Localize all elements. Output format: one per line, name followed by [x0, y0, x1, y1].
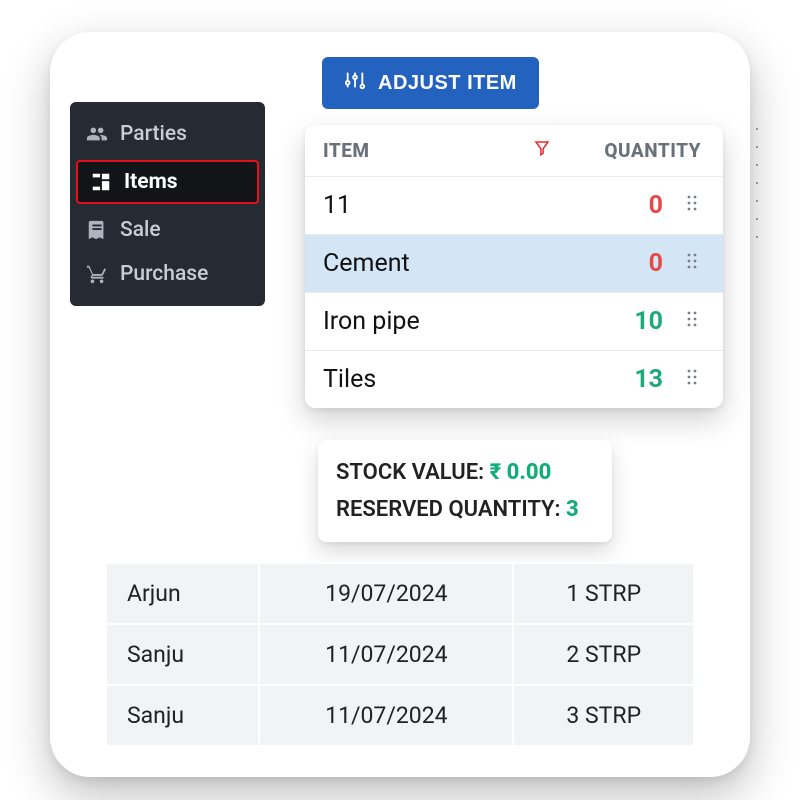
stock-value-line: STOCK VALUE: ₹ 0.00 — [334, 454, 596, 491]
adjust-item-label: ADJUST ITEM — [378, 72, 517, 95]
ledger-table: Arjun 19/07/2024 1 STRP Sanju 11/07/2024… — [105, 562, 695, 747]
sidebar-item-label: Purchase — [120, 262, 208, 286]
sidebar-item-purchase[interactable]: Purchase — [70, 252, 265, 296]
items-row[interactable]: 11 0 — [305, 176, 723, 234]
items-row[interactable]: Cement 0 — [305, 234, 723, 292]
reserved-label: RESERVED QUANTITY: — [336, 497, 566, 522]
adjust-item-button[interactable]: ADJUST ITEM — [322, 57, 539, 109]
ledger-date: 19/07/2024 — [259, 563, 513, 624]
ledger-name: Sanju — [106, 685, 259, 746]
sidebar-item-items[interactable]: Items — [76, 160, 259, 204]
column-item[interactable]: ITEM — [323, 139, 533, 162]
sidebar-item-parties[interactable]: Parties — [70, 112, 265, 156]
sidebar-item-label: Sale — [120, 218, 161, 242]
stock-value-label: STOCK VALUE: — [336, 460, 490, 485]
receipt-icon — [86, 219, 108, 241]
table-row[interactable]: Sanju 11/07/2024 3 STRP — [106, 685, 694, 746]
ledger-amount: 3 STRP — [513, 685, 694, 746]
ledger-name: Sanju — [106, 624, 259, 685]
row-menu-icon[interactable] — [679, 195, 705, 216]
item-qty: 0 — [573, 191, 663, 220]
items-table-header: ITEM QUANTITY — [305, 125, 723, 176]
item-qty: 0 — [573, 249, 663, 278]
table-row[interactable]: Sanju 11/07/2024 2 STRP — [106, 624, 694, 685]
items-row[interactable]: Iron pipe 10 — [305, 292, 723, 350]
row-menu-icon[interactable] — [679, 311, 705, 332]
ledger-name: Arjun — [106, 563, 259, 624]
filter-icon[interactable] — [533, 139, 551, 162]
item-qty: 10 — [573, 307, 663, 336]
table-row[interactable]: Arjun 19/07/2024 1 STRP — [106, 563, 694, 624]
sidebar-item-sale[interactable]: Sale — [70, 208, 265, 252]
sidebar: Parties Items Sale Purchase — [70, 102, 265, 306]
cart-icon — [86, 263, 108, 285]
item-name: Iron pipe — [323, 307, 573, 336]
ledger-date: 11/07/2024 — [259, 624, 513, 685]
sliders-icon — [344, 69, 366, 97]
ledger-amount: 2 STRP — [513, 624, 694, 685]
item-qty: 13 — [573, 365, 663, 394]
reserved-value: 3 — [566, 497, 579, 522]
items-table: ITEM QUANTITY 11 0 Cement 0 — [305, 125, 723, 408]
people-icon — [86, 123, 108, 145]
reserved-line: RESERVED QUANTITY: 3 — [334, 491, 596, 528]
stock-info-box: STOCK VALUE: ₹ 0.00 RESERVED QUANTITY: 3 — [318, 440, 612, 542]
row-menu-icon[interactable] — [679, 369, 705, 390]
item-name: 11 — [323, 191, 573, 220]
item-name: Cement — [323, 249, 573, 278]
box-icon — [90, 171, 112, 193]
sidebar-item-label: Parties — [120, 122, 187, 146]
ledger-date: 11/07/2024 — [259, 685, 513, 746]
row-menu-icon[interactable] — [679, 253, 705, 274]
main-card: Parties Items Sale Purchase — [50, 32, 750, 777]
ledger-amount: 1 STRP — [513, 563, 694, 624]
item-name: Tiles — [323, 365, 573, 394]
items-row[interactable]: Tiles 13 — [305, 350, 723, 408]
stock-value: ₹ 0.00 — [490, 460, 552, 485]
sidebar-item-label: Items — [124, 170, 178, 194]
column-quantity[interactable]: QUANTITY — [595, 139, 705, 162]
